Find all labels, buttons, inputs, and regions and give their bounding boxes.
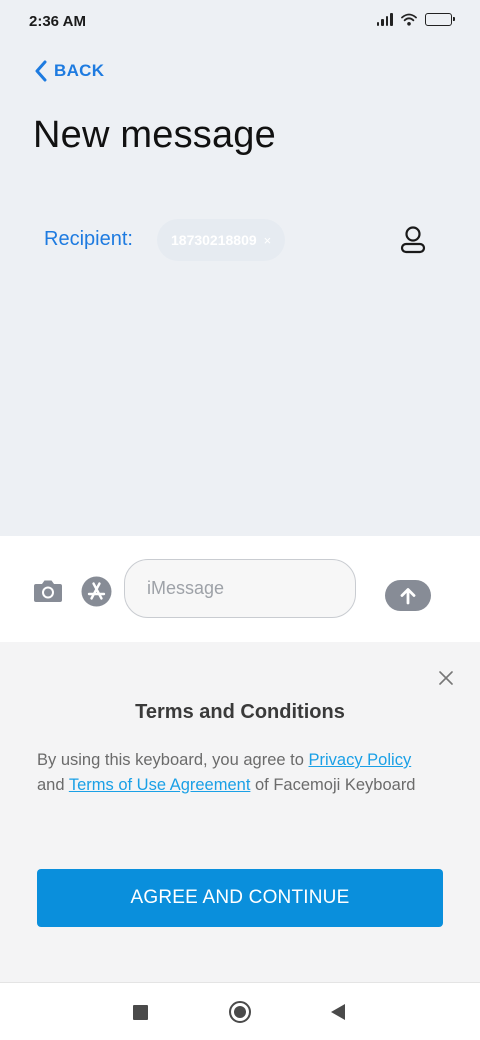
terms-of-use-link[interactable]: Terms of Use Agreement xyxy=(69,776,251,794)
navigation-bar xyxy=(0,982,480,1040)
send-arrow-icon xyxy=(400,587,416,604)
battery-icon xyxy=(425,13,455,26)
recipient-row: Recipient: 18730218809 × xyxy=(44,218,444,262)
signal-icon xyxy=(376,13,393,26)
status-time: 2:36 AM xyxy=(29,13,86,30)
home-icon[interactable] xyxy=(229,1001,251,1023)
recent-apps-icon[interactable] xyxy=(133,1005,148,1020)
close-button[interactable] xyxy=(434,666,458,690)
close-icon xyxy=(439,671,453,685)
terms-text: By using this keyboard, you agree to Pri… xyxy=(37,748,437,797)
recipient-number: 18730218809 xyxy=(171,232,257,248)
message-header-area: 2:36 AM BACK New message Recipient: 1873… xyxy=(0,0,480,536)
wifi-icon xyxy=(401,13,417,26)
message-composer xyxy=(0,536,480,642)
privacy-policy-link[interactable]: Privacy Policy xyxy=(309,751,412,769)
terms-title: Terms and Conditions xyxy=(135,701,345,723)
terms-panel: Terms and Conditions By using this keybo… xyxy=(0,642,480,982)
page-title: New message xyxy=(33,114,276,156)
chevron-left-icon xyxy=(35,60,47,82)
contact-icon[interactable] xyxy=(398,225,428,255)
agree-and-continue-button[interactable]: AGREE AND CONTINUE xyxy=(37,869,443,927)
appstore-icon[interactable] xyxy=(81,576,112,607)
terms-text-outro: of Facemoji Keyboard xyxy=(250,775,416,794)
recipient-chip[interactable]: 18730218809 × xyxy=(157,219,286,261)
camera-icon[interactable] xyxy=(33,579,63,603)
terms-text-and: and xyxy=(37,775,69,794)
recipient-label: Recipient: xyxy=(44,228,133,250)
back-button[interactable]: BACK xyxy=(34,57,104,85)
terms-text-intro: By using this keyboard, you agree to xyxy=(37,751,309,769)
message-input[interactable] xyxy=(124,559,356,618)
back-triangle-icon[interactable] xyxy=(331,1004,345,1020)
back-label: BACK xyxy=(54,61,105,80)
status-icons xyxy=(376,13,455,26)
status-bar: 2:36 AM xyxy=(0,0,480,44)
send-button[interactable] xyxy=(385,580,431,611)
remove-recipient-icon[interactable]: × xyxy=(264,233,272,248)
